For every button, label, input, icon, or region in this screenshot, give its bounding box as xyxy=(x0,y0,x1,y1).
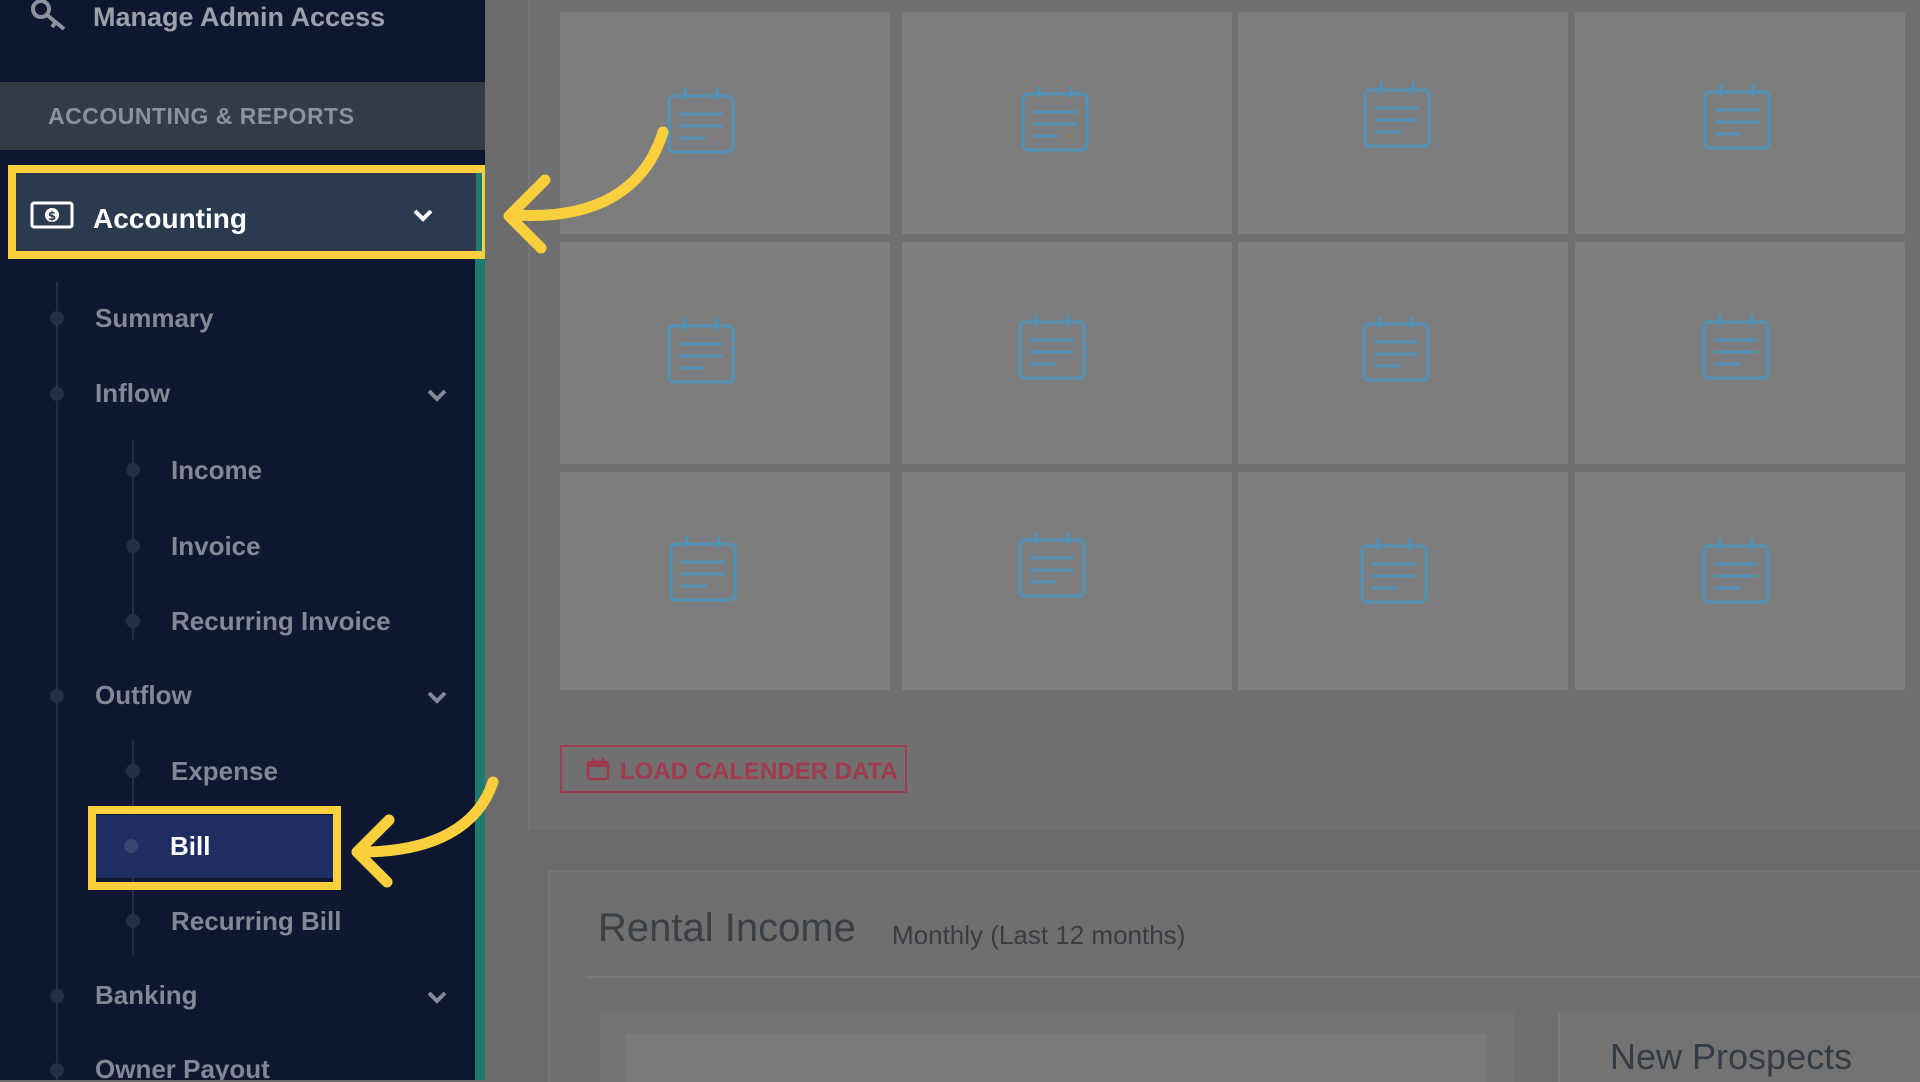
tree-dot xyxy=(50,311,64,325)
sidebar-item-recurring-invoice[interactable]: Recurring Invoice xyxy=(0,593,475,645)
new-prospects-card: New Prospects xyxy=(1558,1012,1920,1082)
calendar-tile[interactable] xyxy=(1575,12,1905,234)
button-label: LOAD CALENDER DATA xyxy=(620,758,898,785)
calendar-tile[interactable] xyxy=(560,242,890,464)
notepad-icon xyxy=(667,318,735,384)
notepad-icon xyxy=(1018,532,1086,598)
tree-dot xyxy=(50,689,64,703)
sidebar-item-label: Invoice xyxy=(171,531,261,561)
tree-dot xyxy=(50,1063,64,1077)
calendar-tile[interactable] xyxy=(1238,472,1568,690)
card-subtitle: Monthly (Last 12 months) xyxy=(892,920,1186,950)
calendar-tile[interactable] xyxy=(902,12,1232,234)
highlight-accounting xyxy=(8,165,485,259)
highlight-bill xyxy=(88,806,341,890)
calendar-tile[interactable] xyxy=(902,242,1232,464)
tree-dot xyxy=(126,764,140,778)
notepad-icon xyxy=(1702,538,1770,604)
chevron-down-icon[interactable] xyxy=(426,690,448,704)
chevron-down-icon[interactable] xyxy=(426,990,448,1004)
notepad-icon xyxy=(1703,84,1771,150)
arrow-annotation-accounting xyxy=(503,126,669,254)
notepad-icon xyxy=(669,536,737,602)
calendar-tile[interactable] xyxy=(1575,242,1905,464)
sidebar: Manage Admin Access ACCOUNTING & REPORTS… xyxy=(0,0,485,1080)
calendar-tile[interactable] xyxy=(1575,472,1905,690)
sidebar-item-label: Recurring Invoice xyxy=(171,606,391,636)
calendar-tile[interactable] xyxy=(1238,12,1568,234)
tree-dot xyxy=(126,463,140,477)
sidebar-item-invoice[interactable]: Invoice xyxy=(0,518,475,570)
notepad-icon xyxy=(667,88,735,154)
sidebar-item-label: Manage Admin Access xyxy=(93,2,386,32)
sidebar-item-label: Inflow xyxy=(95,378,171,408)
section-header-accounting-reports: ACCOUNTING & REPORTS xyxy=(0,82,485,150)
notepad-icon xyxy=(1021,86,1089,152)
chart-placeholder xyxy=(626,1034,1486,1082)
calendar-tile[interactable] xyxy=(560,472,890,690)
sidebar-item-label: Income xyxy=(171,455,263,485)
sidebar-item-label: Owner Payout xyxy=(95,1054,270,1080)
arrow-annotation-bill xyxy=(351,776,499,888)
sidebar-item-inflow[interactable]: Inflow xyxy=(0,366,475,418)
sidebar-item-label: Expense xyxy=(171,756,278,786)
sidebar-item-outflow[interactable]: Outflow xyxy=(0,668,475,720)
sidebar-accent-bar xyxy=(475,165,485,1080)
card-title: Rental Income xyxy=(598,906,856,950)
sidebar-item-summary[interactable]: Summary xyxy=(0,292,475,344)
sidebar-item-owner-payout[interactable]: Owner Payout xyxy=(0,1042,475,1080)
divider xyxy=(586,976,1920,978)
notepad-icon xyxy=(1702,314,1770,380)
sidebar-item-manage-admin-access[interactable]: Manage Admin Access xyxy=(0,0,485,45)
key-icon xyxy=(31,0,66,31)
card-title: New Prospects xyxy=(1610,1036,1853,1077)
tree-dot xyxy=(50,387,64,401)
rental-chart-area xyxy=(600,1012,1514,1082)
sidebar-item-banking[interactable]: Banking xyxy=(0,968,475,1020)
sidebar-item-label: Banking xyxy=(95,980,198,1010)
sidebar-item-recurring-bill[interactable]: Recurring Bill xyxy=(0,893,475,945)
sidebar-item-income[interactable]: Income xyxy=(0,442,475,494)
tree-dot xyxy=(126,614,140,628)
tree-dot xyxy=(126,539,140,553)
sidebar-item-label: Summary xyxy=(95,303,214,333)
tree-dot xyxy=(126,914,140,928)
notepad-icon xyxy=(1018,314,1086,380)
sidebar-item-label: Recurring Bill xyxy=(171,906,342,936)
rental-income-card: Rental Income Monthly (Last 12 months) N… xyxy=(548,870,1920,1082)
notepad-icon xyxy=(1362,316,1430,382)
notepad-icon xyxy=(1363,82,1431,148)
sidebar-item-label: Outflow xyxy=(95,680,192,710)
notepad-icon xyxy=(1360,538,1428,604)
calendar-tile[interactable] xyxy=(1238,242,1568,464)
load-calendar-data-button[interactable]: LOAD CALENDER DATA xyxy=(560,745,907,793)
calendar-icon xyxy=(586,758,610,781)
section-header-label: ACCOUNTING & REPORTS xyxy=(48,103,355,129)
tree-dot xyxy=(50,989,64,1003)
chevron-down-icon[interactable] xyxy=(426,388,448,402)
calendar-tile[interactable] xyxy=(902,472,1232,690)
